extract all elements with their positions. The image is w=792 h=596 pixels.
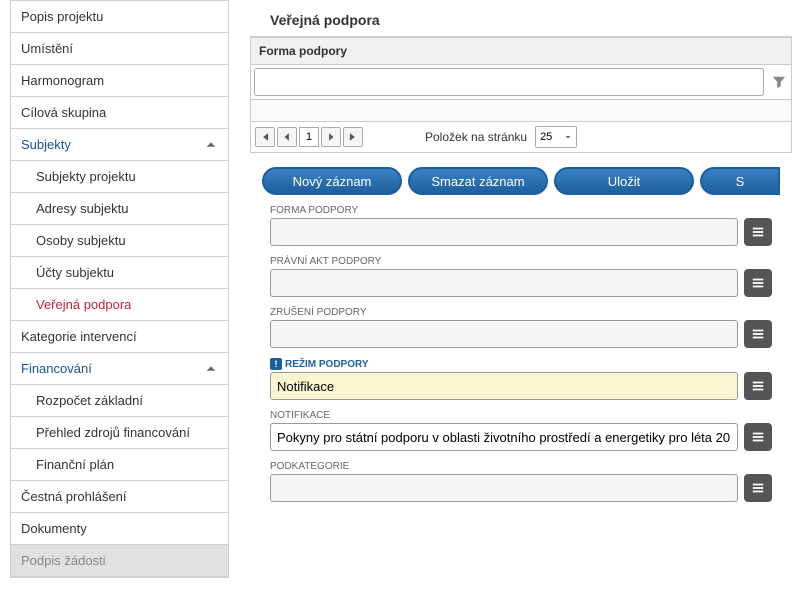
- forma-podpory-input[interactable]: [270, 218, 738, 246]
- delete-record-button[interactable]: Smazat záznam: [408, 167, 548, 195]
- podkategorie-picker[interactable]: [744, 474, 772, 502]
- sidebar-item-adresy[interactable]: Adresy subjektu: [11, 193, 228, 225]
- form-group-zruseni: ZRUŠENÍ PODPORY: [270, 307, 772, 348]
- sidebar-item-label: Harmonogram: [21, 73, 104, 88]
- sidebar-item-cestna[interactable]: Čestná prohlášení: [11, 481, 228, 513]
- filter-icon[interactable]: [767, 68, 791, 96]
- sidebar-item-verejna-podpora[interactable]: Veřejná podpora: [11, 289, 228, 321]
- zruseni-input[interactable]: [270, 320, 738, 348]
- sidebar-item-label: Subjekty: [21, 137, 71, 152]
- sidebar-item-umisteni[interactable]: Umístění: [11, 33, 228, 65]
- save-button[interactable]: Uložit: [554, 167, 694, 195]
- table-empty-row: [250, 100, 792, 122]
- sidebar-item-podpis: Podpis žádosti: [11, 545, 228, 577]
- sidebar-item-label: Účty subjektu: [36, 265, 114, 280]
- sidebar-item-label: Přehled zdrojů financování: [36, 425, 190, 440]
- sidebar-item-popis[interactable]: Popis projektu: [11, 1, 228, 33]
- sidebar-item-subjekty-projektu[interactable]: Subjekty projektu: [11, 161, 228, 193]
- pager-first-button[interactable]: [255, 127, 275, 147]
- sidebar-item-label: Financování: [21, 361, 92, 376]
- podkategorie-input[interactable]: [270, 474, 738, 502]
- pager-perpage-label: Položek na stránku: [425, 130, 527, 144]
- form-label: NOTIFIKACE: [270, 410, 772, 421]
- form-group-forma-podpory: FORMA PODPORY: [270, 205, 772, 246]
- table-column-header[interactable]: Forma podpory: [250, 37, 792, 65]
- sidebar-item-dokumenty[interactable]: Dokumenty: [11, 513, 228, 545]
- chevron-up-icon: [204, 138, 218, 152]
- pravni-akt-picker[interactable]: [744, 269, 772, 297]
- form-label: PRÁVNÍ AKT PODPORY: [270, 256, 772, 267]
- pager-page-input[interactable]: [299, 127, 319, 147]
- button-bar: Nový záznam Smazat záznam Uložit S: [262, 167, 780, 195]
- form-group-rezim: ! REŽIM PODPORY: [270, 358, 772, 400]
- notifikace-picker[interactable]: [744, 423, 772, 451]
- zruseni-picker[interactable]: [744, 320, 772, 348]
- pager-prev-button[interactable]: [277, 127, 297, 147]
- sidebar-item-rozpocet[interactable]: Rozpočet základní: [11, 385, 228, 417]
- data-table: Forma podpory Položek na stránku 25: [250, 36, 792, 153]
- table-filter-row: [250, 65, 792, 100]
- sidebar-item-label: Cílová skupina: [21, 105, 106, 120]
- sidebar-item-label: Subjekty projektu: [36, 169, 136, 184]
- filter-input-forma[interactable]: [254, 68, 764, 96]
- sidebar-item-label: Čestná prohlášení: [21, 489, 127, 504]
- sidebar-item-label: Rozpočet základní: [36, 393, 143, 408]
- sidebar-item-financovani[interactable]: Financování: [11, 353, 228, 385]
- notifikace-input[interactable]: [270, 423, 738, 451]
- sidebar-item-financni-plan[interactable]: Finanční plán: [11, 449, 228, 481]
- sidebar-item-label: Dokumenty: [21, 521, 87, 536]
- sidebar-item-label: Popis projektu: [21, 9, 103, 24]
- sidebar-item-label: Adresy subjektu: [36, 201, 129, 216]
- sidebar-item-cilova[interactable]: Cílová skupina: [11, 97, 228, 129]
- main-content: Veřejná podpora Forma podpory Položek na…: [250, 0, 792, 596]
- forma-podpory-picker[interactable]: [744, 218, 772, 246]
- form-group-podkategorie: PODKATEGORIE: [270, 461, 772, 502]
- new-record-button[interactable]: Nový záznam: [262, 167, 402, 195]
- pager-perpage-select[interactable]: 25: [535, 126, 577, 148]
- sidebar-item-ucty[interactable]: Účty subjektu: [11, 257, 228, 289]
- rezim-picker[interactable]: [744, 372, 772, 400]
- form-label: PODKATEGORIE: [270, 461, 772, 472]
- table-pager: Položek na stránku 25: [250, 122, 792, 153]
- sidebar-item-label: Osoby subjektu: [36, 233, 126, 248]
- chevron-up-icon: [204, 362, 218, 376]
- form-label-required: ! REŽIM PODPORY: [270, 358, 772, 370]
- form-group-pravni-akt: PRÁVNÍ AKT PODPORY: [270, 256, 772, 297]
- sidebar-item-label: Kategorie intervencí: [21, 329, 137, 344]
- sidebar-item-subjekty[interactable]: Subjekty: [11, 129, 228, 161]
- sidebar-item-label: Finanční plán: [36, 457, 114, 472]
- sidebar-item-label: Podpis žádosti: [21, 553, 106, 568]
- rezim-input[interactable]: [270, 372, 738, 400]
- pager-last-button[interactable]: [343, 127, 363, 147]
- sidebar-item-label: Veřejná podpora: [36, 297, 131, 312]
- required-icon: !: [270, 358, 282, 370]
- sidebar-item-harmonogram[interactable]: Harmonogram: [11, 65, 228, 97]
- sidebar-item-osoby[interactable]: Osoby subjektu: [11, 225, 228, 257]
- sidebar-item-prehled[interactable]: Přehled zdrojů financování: [11, 417, 228, 449]
- sidebar: Popis projektu Umístění Harmonogram Cílo…: [10, 0, 229, 578]
- form-group-notifikace: NOTIFIKACE: [270, 410, 772, 451]
- form-label: FORMA PODPORY: [270, 205, 772, 216]
- sidebar-item-kategorie[interactable]: Kategorie intervencí: [11, 321, 228, 353]
- pager-next-button[interactable]: [321, 127, 341, 147]
- section-title: Veřejná podpora: [250, 0, 792, 36]
- pager-perpage-value: 25: [540, 131, 552, 143]
- sidebar-item-label: Umístění: [21, 41, 73, 56]
- form-label: ZRUŠENÍ PODPORY: [270, 307, 772, 318]
- form-label-text: REŽIM PODPORY: [285, 359, 369, 370]
- pravni-akt-input[interactable]: [270, 269, 738, 297]
- partial-button[interactable]: S: [700, 167, 780, 195]
